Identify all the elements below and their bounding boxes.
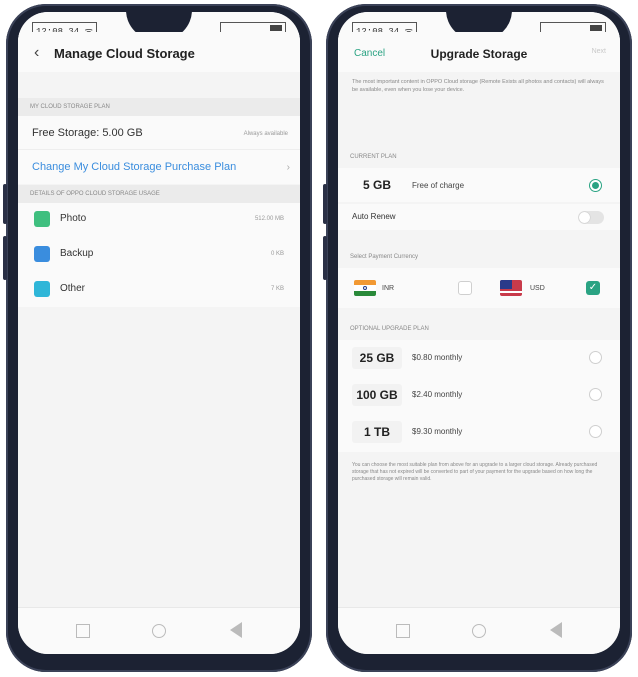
upgrade-description: The most important content in OPPO Cloud…	[352, 79, 604, 93]
usage-size: 0 KB	[270, 251, 284, 257]
volume-up-button	[323, 184, 327, 224]
inr-label: INR	[382, 285, 395, 292]
chevron-right-icon: ›	[286, 162, 290, 173]
volume-down-button	[323, 236, 327, 280]
plan-size: 25 GB	[352, 347, 402, 369]
left-screen: 12:08 34 ᯤ ‹ Manage Cloud Storage MY CLO…	[18, 12, 300, 654]
page-title: Manage Cloud Storage	[54, 46, 195, 61]
plan-radio[interactable]	[589, 425, 602, 438]
usd-checkbox[interactable]: ✓	[586, 281, 600, 295]
current-plan-desc: Free of charge	[412, 181, 465, 190]
right-phone-frame: 12:08 34 ᯤ Cancel Upgrade Storage Next T…	[323, 4, 632, 672]
india-flag-icon	[354, 280, 376, 296]
backup-icon	[34, 246, 50, 262]
plan-radio[interactable]	[589, 388, 602, 401]
volume-up-button	[3, 184, 7, 224]
volume-down-button	[3, 236, 7, 280]
free-storage-row: Free Storage: 5.00 GB Always available	[18, 116, 300, 150]
current-plan-radio[interactable]	[589, 179, 602, 192]
page-title: Upgrade Storage	[430, 47, 528, 61]
left-phone-frame: 12:08 34 ᯤ ‹ Manage Cloud Storage MY CLO…	[3, 4, 312, 672]
usd-label: USD	[530, 285, 545, 292]
upgrade-footnote: You can choose the most suitable plan fr…	[352, 462, 598, 482]
usage-label: Photo	[60, 213, 87, 224]
change-plan-row[interactable]: Change My Cloud Storage Purchase Plan ›	[18, 150, 300, 184]
auto-renew-label: Auto Renew	[352, 212, 396, 221]
back-arrow-icon[interactable]: ‹	[34, 44, 39, 62]
plan-size: 1 TB	[352, 421, 402, 443]
plan-section-header: MY CLOUD STORAGE PLAN	[18, 98, 300, 116]
plan-price: $9.30 monthly	[412, 427, 463, 436]
usage-size: 7 KB	[270, 286, 284, 292]
current-plan-size: 5 GB	[362, 178, 391, 192]
inr-checkbox[interactable]	[458, 281, 472, 295]
currency-row: INR USD ✓	[338, 268, 620, 308]
free-storage-label: Free Storage: 5.00 GB	[32, 127, 143, 139]
free-storage-status: Always available	[243, 131, 288, 137]
other-icon	[34, 281, 50, 297]
upgrade-plan-header: OPTIONAL UPGRADE PLAN	[350, 326, 429, 332]
recent-apps-icon[interactable]	[396, 624, 410, 638]
change-plan-link[interactable]: Change My Cloud Storage Purchase Plan	[32, 161, 236, 173]
top-navbar: Cancel Upgrade Storage Next	[338, 32, 620, 72]
next-button[interactable]: Next	[592, 48, 606, 55]
plan-price: $0.80 monthly	[412, 353, 463, 362]
current-plan-row[interactable]: 5 GB Free of charge	[338, 168, 620, 202]
usage-size: 512.00 MB	[254, 216, 284, 222]
usage-list: Photo 512.00 MB Backup 0 KB Other 7 KB	[18, 203, 300, 307]
current-plan-header: CURRENT PLAN	[350, 154, 397, 160]
back-triangle-icon[interactable]	[550, 622, 562, 638]
system-nav-bar	[338, 607, 620, 654]
details-section-header: DETAILS OF OPPO CLOUD STORAGE USAGE	[18, 185, 300, 203]
photo-icon	[34, 211, 50, 227]
plan-price: $2.40 monthly	[412, 390, 463, 399]
system-nav-bar	[18, 607, 300, 654]
usage-label: Backup	[60, 248, 94, 259]
plan-radio[interactable]	[589, 351, 602, 364]
currency-header: Select Payment Currency	[350, 254, 419, 260]
plan-size: 100 GB	[352, 384, 402, 406]
usa-flag-icon	[500, 280, 522, 296]
top-navbar: ‹ Manage Cloud Storage	[18, 32, 300, 72]
back-triangle-icon[interactable]	[230, 622, 242, 638]
usage-label: Other	[60, 283, 86, 294]
recent-apps-icon[interactable]	[76, 624, 90, 638]
upgrade-plan-list: 25 GB $0.80 monthly 100 GB $2.40 monthly…	[338, 340, 620, 452]
auto-renew-toggle[interactable]	[578, 211, 604, 224]
right-screen: 12:08 34 ᯤ Cancel Upgrade Storage Next T…	[338, 12, 620, 654]
home-icon[interactable]	[152, 624, 166, 638]
home-icon[interactable]	[472, 624, 486, 638]
auto-renew-row: Auto Renew	[338, 204, 620, 230]
